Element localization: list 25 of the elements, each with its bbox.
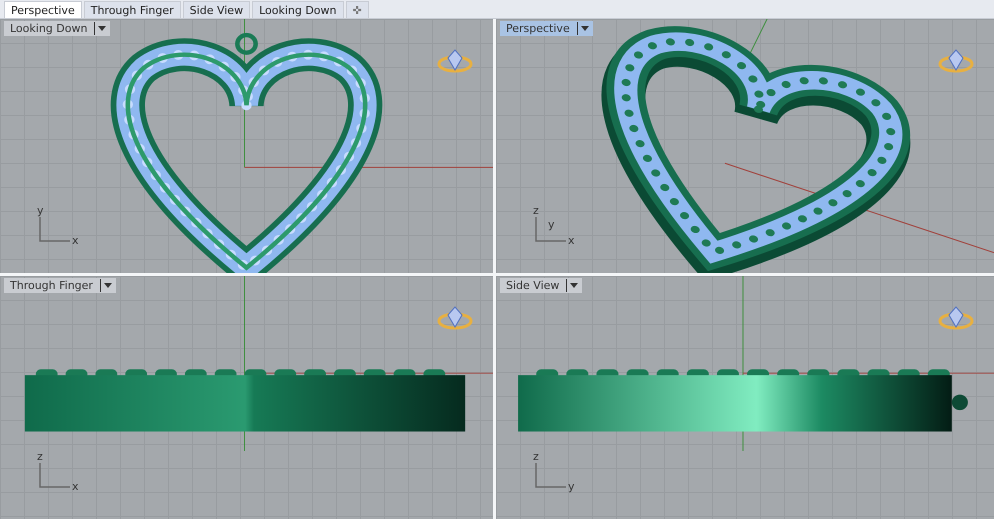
viewport-tab[interactable]: Looking Down <box>252 1 344 18</box>
caret-icon <box>104 283 112 288</box>
viewport-title-menu[interactable]: Looking Down <box>4 21 110 36</box>
viewport-tab[interactable]: Through Finger <box>84 1 181 18</box>
viewport[interactable]: Perspective z x y <box>496 19 994 273</box>
axis-label: x <box>72 481 79 493</box>
axis-label: y <box>37 205 44 217</box>
viewport[interactable]: Side View z y <box>496 276 994 519</box>
viewport[interactable]: Through Finger z x <box>0 276 493 519</box>
caret-icon <box>580 26 589 31</box>
axis-label: x <box>568 235 575 247</box>
viewport-title-menu[interactable]: Through Finger <box>4 278 116 293</box>
axis-label: y <box>548 219 555 231</box>
axis-label: x <box>72 235 79 247</box>
viewport-title-menu[interactable]: Side View <box>500 278 582 293</box>
axis-label: z <box>37 451 43 463</box>
axis-label: z <box>533 205 539 217</box>
viewport-tab[interactable]: Side View <box>182 1 250 18</box>
viewport-title-menu[interactable]: Perspective <box>500 21 593 36</box>
caret-icon <box>570 283 578 288</box>
axis-label: y <box>568 481 575 493</box>
viewport[interactable]: Looking Down y x <box>0 19 493 273</box>
axis-label: z <box>533 451 539 463</box>
caret-icon <box>98 26 106 31</box>
viewport-tab[interactable]: Perspective <box>4 1 82 18</box>
